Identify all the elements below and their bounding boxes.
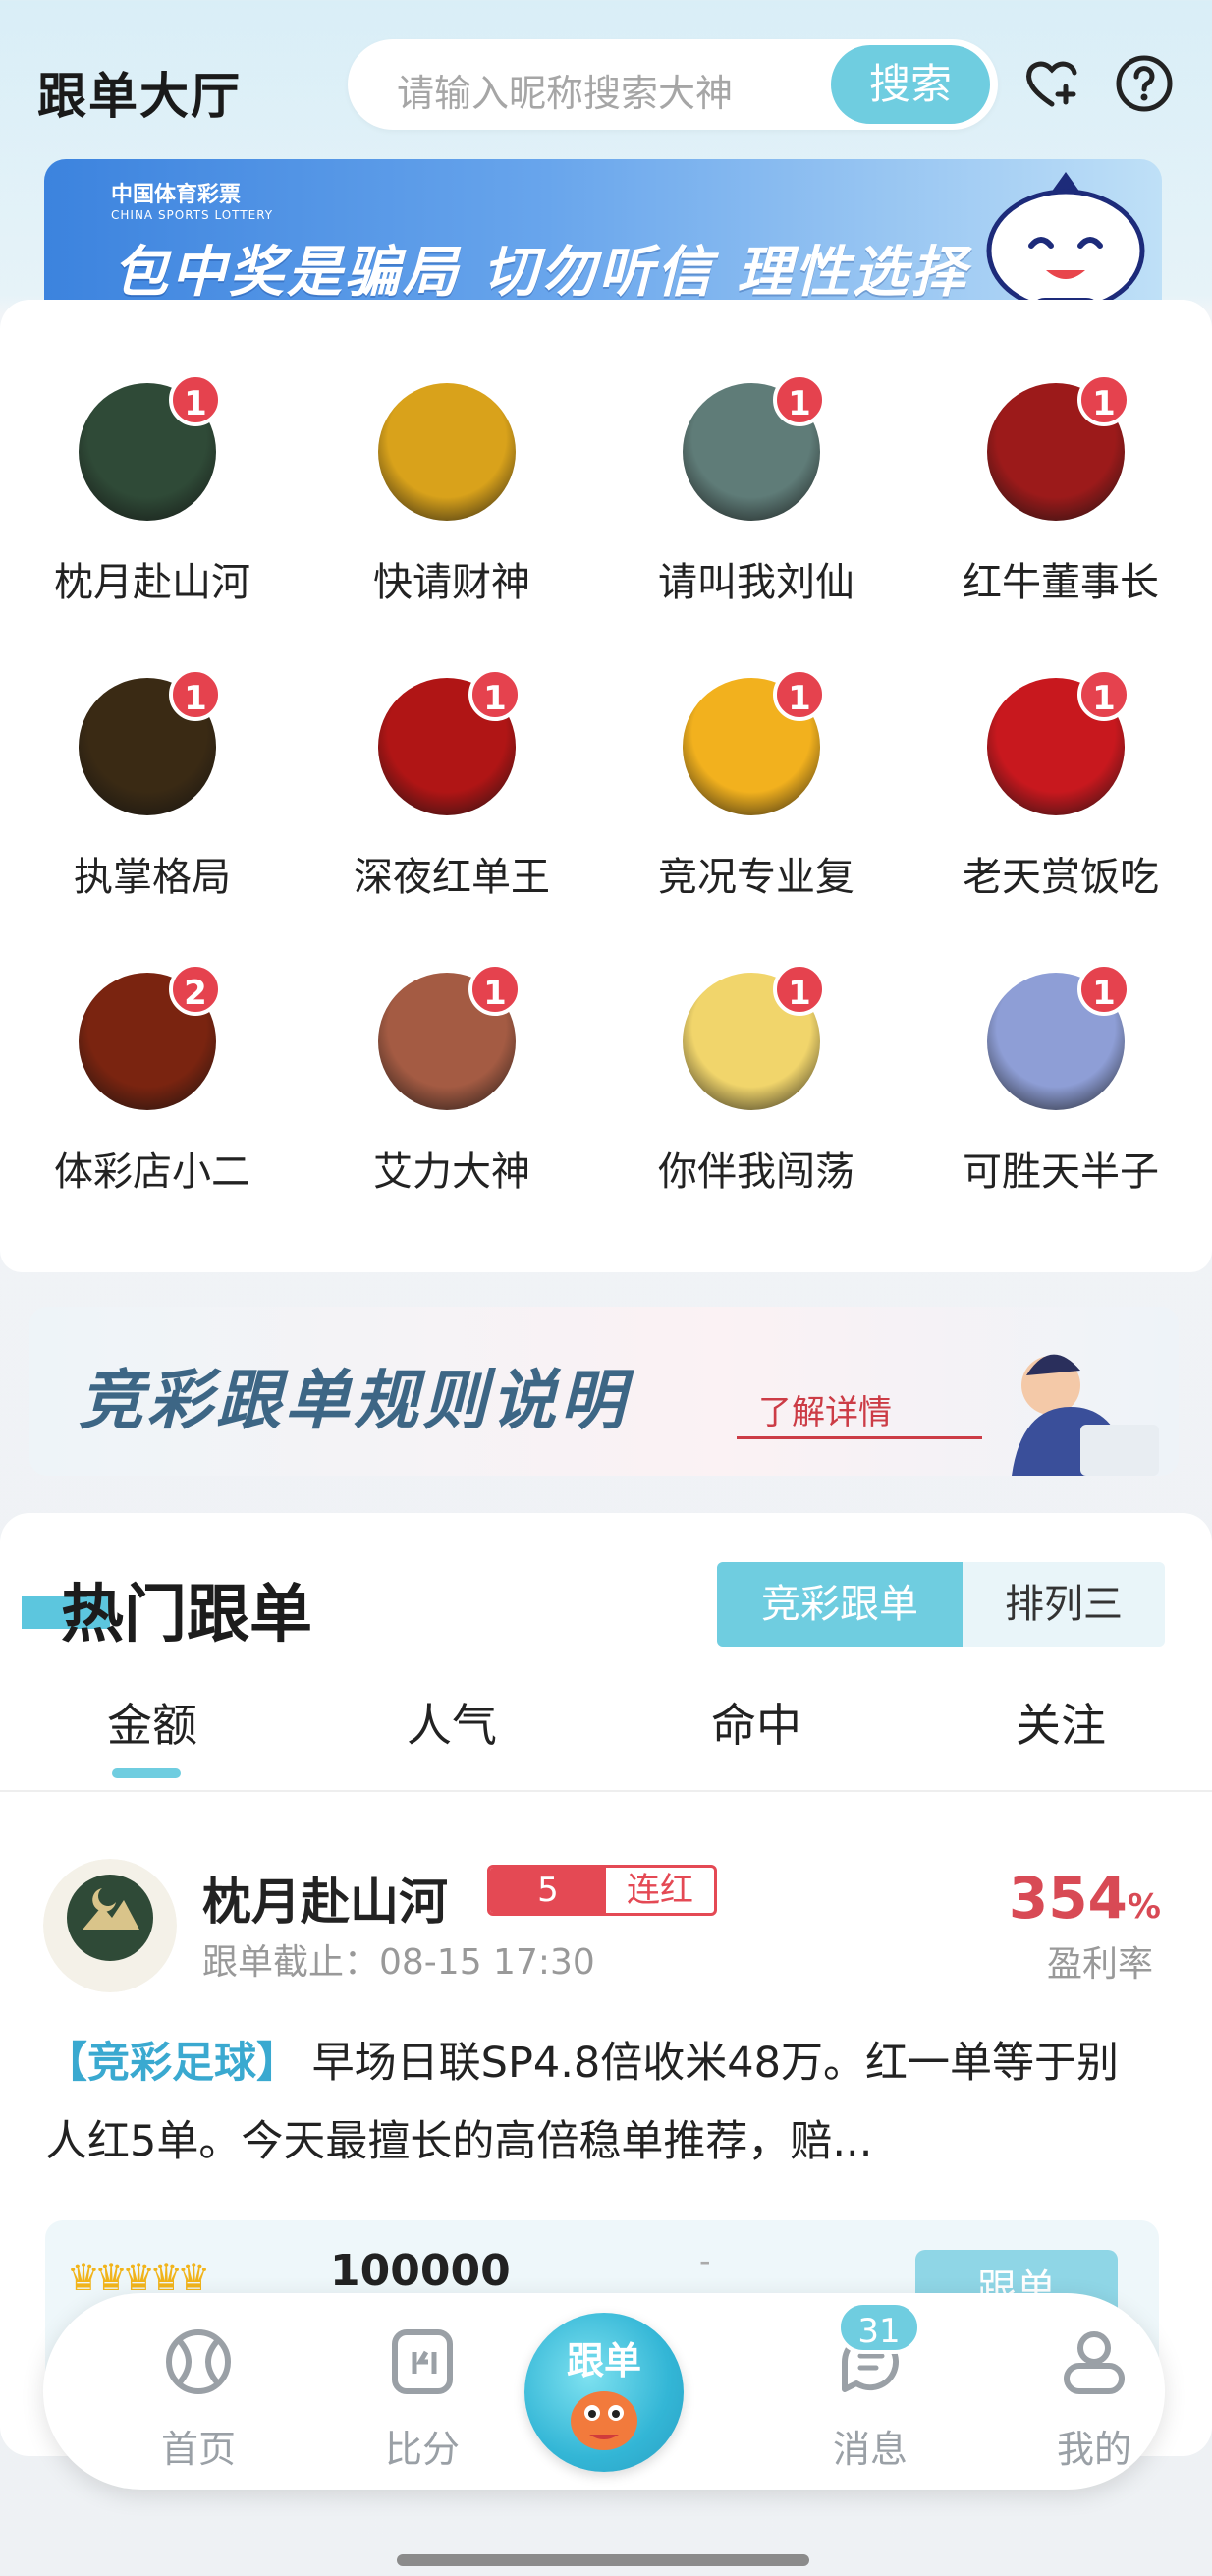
avatar[interactable] (378, 383, 516, 521)
expert-name: 快请财神 (373, 560, 530, 605)
scoreboard-icon (392, 2329, 453, 2394)
expert-item[interactable]: 1 枕月赴山河 (0, 373, 304, 639)
expert-item[interactable]: 1 老天赏饭吃 (909, 668, 1212, 933)
notification-badge: 1 (1077, 668, 1130, 721)
expert-item[interactable]: 2 体彩店小二 (0, 963, 304, 1228)
streak-count: 5 (490, 1868, 606, 1913)
illustration-person-icon (1012, 1354, 1159, 1476)
notification-badge: 1 (773, 668, 826, 721)
nav-mine-label: 我的 (1056, 2428, 1131, 2471)
message-count-badge: 31 (837, 2301, 921, 2354)
expert-grid: 1 枕月赴山河 快请财神 1 请叫我刘仙 1 红牛董事长 1 执掌格局 1 深夜红单王 1 竞况专业复 1… (0, 300, 1212, 1272)
nav-messages-label: 消息 (832, 2428, 908, 2471)
expert-item[interactable]: 1 请叫我刘仙 (604, 373, 909, 639)
follow-amount: 100000 (330, 2246, 511, 2296)
expert-item[interactable]: 1 深夜红单王 (300, 668, 604, 933)
expert-name: 可胜天半子 (963, 1149, 1159, 1195)
mascot-icon (571, 2391, 637, 2450)
heart-add-icon[interactable] (1021, 53, 1082, 114)
tab-hit-rate[interactable]: 命中 (604, 1690, 909, 1755)
streak-label: 连红 (627, 1871, 693, 1910)
tab-popularity[interactable]: 人气 (300, 1690, 604, 1755)
section-title: 热门跟单 (61, 1579, 312, 1652)
profit-rate-label: 盈利率 (1046, 1944, 1153, 1985)
expert-item[interactable]: 快请财神 (300, 383, 604, 639)
divider (0, 1790, 1212, 1792)
notification-badge: 1 (1077, 963, 1130, 1016)
help-icon[interactable] (1114, 53, 1175, 114)
search-input[interactable]: 请输入昵称搜索大神 (397, 63, 733, 117)
expert-item[interactable]: 1 红牛董事长 (909, 373, 1212, 639)
poster-name[interactable]: 枕月赴山河 (202, 1863, 448, 1933)
ball-icon (166, 2329, 231, 2394)
expert-name: 红牛董事长 (963, 560, 1159, 605)
expert-name: 枕月赴山河 (54, 560, 250, 605)
nav-score[interactable]: 比分 (324, 2293, 521, 2490)
search-bar[interactable]: 请输入昵称搜索大神 搜索 (348, 39, 998, 130)
nav-home[interactable]: 首页 (100, 2293, 297, 2490)
avatar[interactable] (43, 1859, 177, 1992)
expert-name: 体彩店小二 (54, 1149, 250, 1195)
search-button[interactable]: 搜索 (831, 45, 990, 124)
home-indicator (397, 2554, 809, 2566)
notification-badge: 1 (169, 668, 222, 721)
rules-banner[interactable]: 竞彩跟单规则说明 了解详情 (29, 1307, 1179, 1476)
tab-amount[interactable]: 金额 (0, 1690, 304, 1755)
user-icon (1064, 2331, 1125, 2394)
expert-item[interactable]: 1 竞况专业复 (604, 668, 909, 933)
notification-badge: 1 (169, 373, 222, 426)
expert-name: 深夜红单王 (354, 855, 550, 900)
notification-badge: 1 (468, 963, 522, 1016)
post-description[interactable]: 【竞彩足球】 早场日联SP4.8倍收米48万。红一单等于别人红5单。今天最擅长的… (45, 2024, 1155, 2181)
deadline-text: 跟单截止：08-15 17:30 (202, 1942, 595, 1983)
notification-badge: 1 (1077, 373, 1130, 426)
tab-follow[interactable]: 关注 (909, 1690, 1212, 1755)
notification-badge: 1 (773, 963, 826, 1016)
expert-item[interactable]: 1 你伴我闯荡 (604, 963, 909, 1228)
page-title: 跟单大厅 (37, 68, 242, 125)
nav-score-label: 比分 (384, 2428, 460, 2471)
nav-home-label: 首页 (160, 2428, 236, 2471)
expert-item[interactable]: 1 执掌格局 (0, 668, 304, 933)
segment-jingcai[interactable]: 竞彩跟单 (717, 1562, 963, 1647)
banner-slogan: 包中奖是骗局 切勿听信 理性选择 (113, 241, 968, 305)
rules-title: 竞彩跟单规则说明 (79, 1363, 629, 1438)
learn-more-link[interactable]: 了解详情 (758, 1385, 892, 1433)
expert-name: 执掌格局 (74, 855, 231, 900)
notification-badge: 1 (773, 373, 826, 426)
active-tab-indicator (112, 1768, 181, 1778)
expert-name: 老天赏饭吃 (963, 855, 1159, 900)
streak-badge: 5 连红 (487, 1865, 717, 1916)
profit-rate: 354% (1008, 1865, 1161, 1932)
expert-name: 竞况专业复 (658, 855, 854, 900)
nav-mine[interactable]: 我的 (996, 2293, 1192, 2490)
separator-dash: - (699, 2242, 711, 2279)
expert-name: 艾力大神 (373, 1149, 530, 1195)
notification-badge: 2 (169, 963, 222, 1016)
expert-item[interactable]: 1 可胜天半子 (909, 963, 1212, 1228)
post-tag: 【竞彩足球】 (45, 2039, 299, 2088)
notification-badge: 1 (468, 668, 522, 721)
expert-name: 请叫我刘仙 (658, 560, 854, 605)
bottom-nav: 首页 比分 跟单 消息 31 我的 (43, 2293, 1165, 2490)
link-arrow-line (737, 1436, 982, 1439)
expert-item[interactable]: 1 艾力大神 (300, 963, 604, 1228)
segment-pailie3[interactable]: 排列三 (963, 1562, 1165, 1647)
expert-name: 你伴我闯荡 (658, 1149, 854, 1195)
lottery-logo: 中国体育彩票 CHINA SPORTS LOTTERY (111, 183, 274, 222)
segment-control: 竞彩跟单 排列三 (717, 1562, 1165, 1647)
nav-follow[interactable]: 跟单 (524, 2313, 684, 2472)
